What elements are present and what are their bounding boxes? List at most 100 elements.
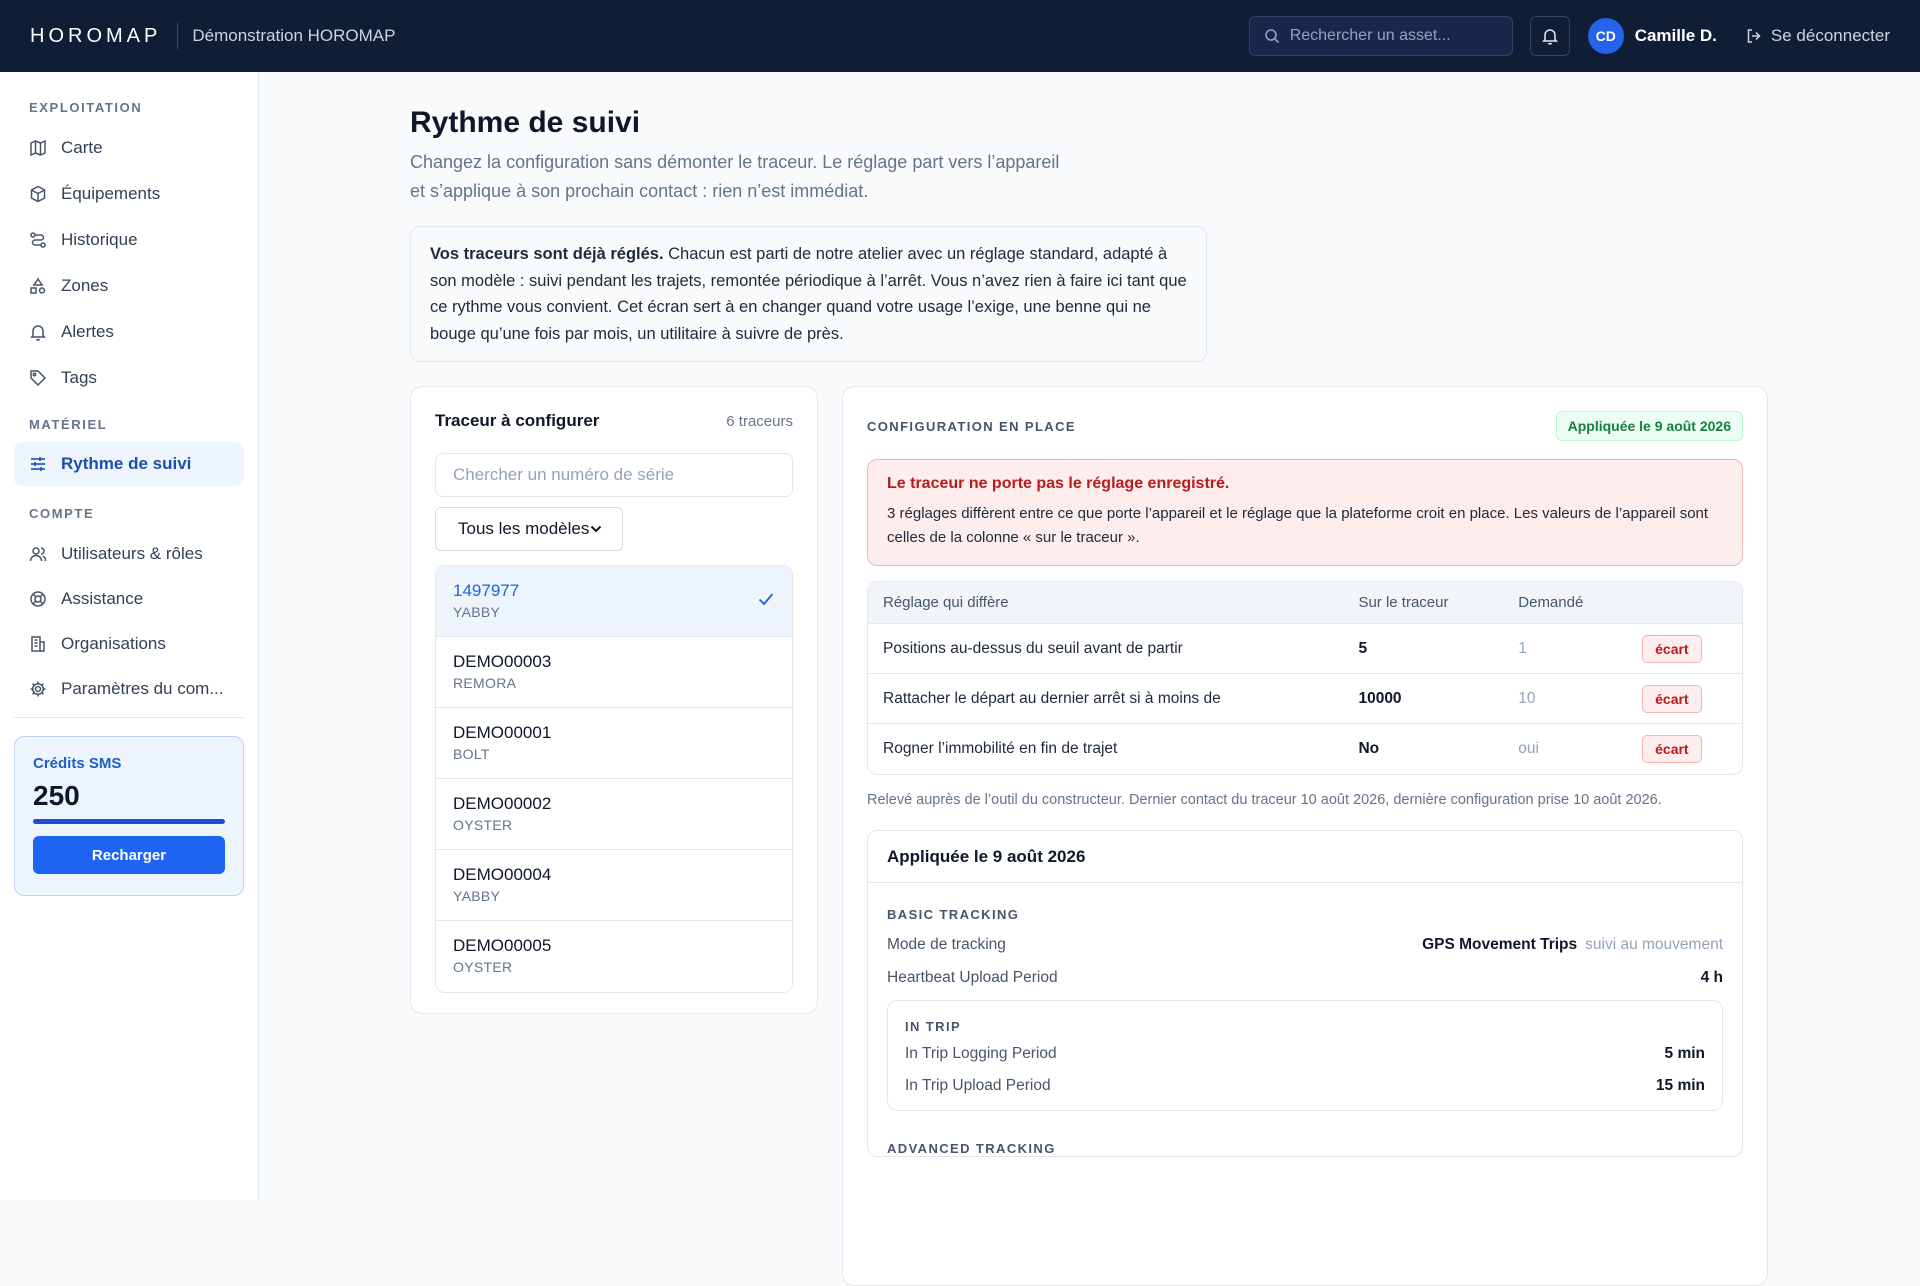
logout-button[interactable]: Se déconnecter xyxy=(1745,26,1890,46)
diff-table: Réglage qui diffère Sur le traceur Deman… xyxy=(867,581,1743,775)
tracker-count: 6 traceurs xyxy=(726,412,793,430)
page-subtitle: Changez la configuration sans démonter l… xyxy=(410,148,1110,206)
bell-icon xyxy=(1541,29,1558,45)
avatar[interactable]: CD xyxy=(1587,18,1624,54)
info-box: Vos traceurs sont déjà réglés. Chacun es… xyxy=(410,226,1207,362)
diff-table-header: Réglage qui diffère Sur le traceur Deman… xyxy=(868,582,1742,624)
serial-search-placeholder: Chercher un numéro de série xyxy=(453,465,675,484)
sidebar-item-equipements[interactable]: Équipements xyxy=(14,171,244,217)
tracker-value: 5 xyxy=(1358,639,1368,657)
logout-label: Se déconnecter xyxy=(1770,26,1890,45)
sidebar-item-alertes[interactable]: Alertes xyxy=(14,309,244,355)
serial-search-input[interactable]: Chercher un numéro de série xyxy=(435,453,793,497)
tracker-model: BOLT xyxy=(453,746,490,762)
tracking-mode-label: Mode de tracking xyxy=(887,935,1006,953)
alert-title: Le traceur ne porte pas le réglage enreg… xyxy=(887,475,1230,492)
model-filter-value: Tous les modèles xyxy=(458,519,590,538)
sidebar-item-carte[interactable]: Carte xyxy=(14,125,244,171)
tracker-value: 10000 xyxy=(1358,689,1402,707)
sidebar-item-historique[interactable]: Historique xyxy=(14,217,244,263)
tracker-selector-title: Traceur à configurer xyxy=(435,411,600,430)
top-bar: HOROMAP Démonstration HOROMAP Rechercher… xyxy=(0,0,1920,72)
in-trip-upload-value: 15 min xyxy=(1655,1077,1705,1094)
applied-badge: Appliquée le 9 août 2026 xyxy=(1555,411,1743,441)
tracker-selector-card: Traceur à configurer 6 traceurs Chercher… xyxy=(410,386,818,1014)
sidebar-item-utilisateurs[interactable]: Utilisateurs & rôles xyxy=(14,531,244,576)
ecart-badge: écart xyxy=(1642,735,1702,763)
subtitle-line: Changez la configuration sans démonter l… xyxy=(410,152,1060,172)
tracker-model: OYSTER xyxy=(453,959,513,975)
section-exploitation: EXPLOITATION xyxy=(29,100,143,115)
shapes-icon xyxy=(30,277,46,294)
tracker-item[interactable]: DEMO00005 OYSTER xyxy=(436,921,792,992)
sidebar-item-label: Équipements xyxy=(61,184,161,203)
map-icon xyxy=(30,139,46,157)
sidebar-item-tags[interactable]: Tags xyxy=(14,355,244,401)
lifebuoy-icon xyxy=(30,590,46,607)
tracker-item[interactable]: DEMO00003 REMORA xyxy=(436,637,792,708)
ecart-badge: écart xyxy=(1642,634,1702,663)
in-trip-logging-row: In Trip Logging Period 5 min xyxy=(905,1038,1705,1070)
sidebar-item-label: Paramètres du com... xyxy=(61,678,224,698)
notifications-button[interactable] xyxy=(1529,16,1570,56)
table-row: Rogner l’immobilité en fin de trajet No … xyxy=(868,724,1742,774)
configuration-label: CONFIGURATION EN PLACE xyxy=(867,418,1076,434)
tracker-value: No xyxy=(1358,740,1380,757)
tracker-model: OYSTER xyxy=(453,817,513,833)
organization-name: Démonstration HOROMAP xyxy=(192,26,396,45)
heartbeat-label: Heartbeat Upload Period xyxy=(887,968,1058,986)
alert-body: 3 réglages diffèrent entre ce que porte … xyxy=(887,505,1709,546)
advanced-tracking-label: ADVANCED TRACKING xyxy=(887,1141,1056,1156)
info-bold: Vos traceurs sont déjà réglés. xyxy=(430,245,664,263)
sidebar-item-organisations[interactable]: Organisations xyxy=(14,621,244,666)
heartbeat-value: 4 h xyxy=(1700,968,1723,986)
tracker-list: 1497977 YABBY DEMO00003 REMORA DEMO00001… xyxy=(435,565,793,993)
tracker-serial: DEMO00004 xyxy=(453,865,552,884)
tracker-item[interactable]: DEMO00004 YABBY xyxy=(436,850,792,921)
sms-credits-bar xyxy=(33,819,225,824)
requested-value: 1 xyxy=(1518,639,1527,657)
column-header: Sur le traceur xyxy=(1358,594,1449,611)
sidebar-item-parametres[interactable]: Paramètres du com... xyxy=(14,666,244,711)
model-filter-select[interactable]: Tous les modèles xyxy=(435,507,623,551)
sliders-icon xyxy=(31,457,45,471)
tracker-model: YABBY xyxy=(453,604,501,620)
column-header: Demandé xyxy=(1518,594,1584,611)
sidebar-item-label: Utilisateurs & rôles xyxy=(61,543,203,563)
asset-search-input[interactable]: Rechercher un asset... xyxy=(1248,16,1513,56)
tracker-model: REMORA xyxy=(453,675,517,691)
building-icon xyxy=(31,635,45,652)
applied-config-title: Appliquée le 9 août 2026 xyxy=(868,831,1742,883)
tracker-item[interactable]: DEMO00001 BOLT xyxy=(436,708,792,779)
divider xyxy=(14,717,244,718)
users-icon xyxy=(29,546,47,561)
section-materiel: MATÉRIEL xyxy=(29,417,108,432)
tracker-item[interactable]: 1497977 YABBY xyxy=(436,566,792,637)
check-icon xyxy=(758,593,774,606)
in-trip-logging-value: 5 min xyxy=(1664,1045,1705,1062)
applied-config-panel: Appliquée le 9 août 2026 BASIC TRACKING … xyxy=(867,830,1743,1157)
logo[interactable]: HOROMAP xyxy=(30,25,161,48)
search-icon xyxy=(1264,29,1279,44)
requested-value: 10 xyxy=(1518,689,1536,707)
section-compte: COMPTE xyxy=(29,506,95,521)
sidebar-item-label: Organisations xyxy=(61,633,166,653)
subtitle-line: et s’applique à son prochain contact : r… xyxy=(410,181,869,201)
gear-icon xyxy=(30,681,46,696)
sidebar-item-label: Rythme de suivi xyxy=(61,454,192,473)
tag-icon xyxy=(30,370,47,387)
sidebar-item-assistance[interactable]: Assistance xyxy=(14,576,244,621)
requested-value: oui xyxy=(1518,740,1539,757)
in-trip-upload-label: In Trip Upload Period xyxy=(905,1077,1051,1094)
divider xyxy=(177,23,179,49)
sidebar-item-rythme-de-suivi[interactable]: Rythme de suivi xyxy=(14,442,244,486)
sidebar-item-zones[interactable]: Zones xyxy=(14,263,244,309)
recharge-button[interactable]: Recharger xyxy=(33,836,225,874)
tracking-mode-value: GPS Movement Trips xyxy=(1422,935,1578,953)
tracker-item[interactable]: DEMO00002 OYSTER xyxy=(436,779,792,850)
sidebar-item-label: Assistance xyxy=(61,588,144,608)
sms-credits-value: 250 xyxy=(33,780,80,811)
search-placeholder: Rechercher un asset... xyxy=(1289,27,1451,44)
page-title: Rythme de suivi xyxy=(410,106,641,139)
user-name[interactable]: Camille D. xyxy=(1635,26,1717,46)
